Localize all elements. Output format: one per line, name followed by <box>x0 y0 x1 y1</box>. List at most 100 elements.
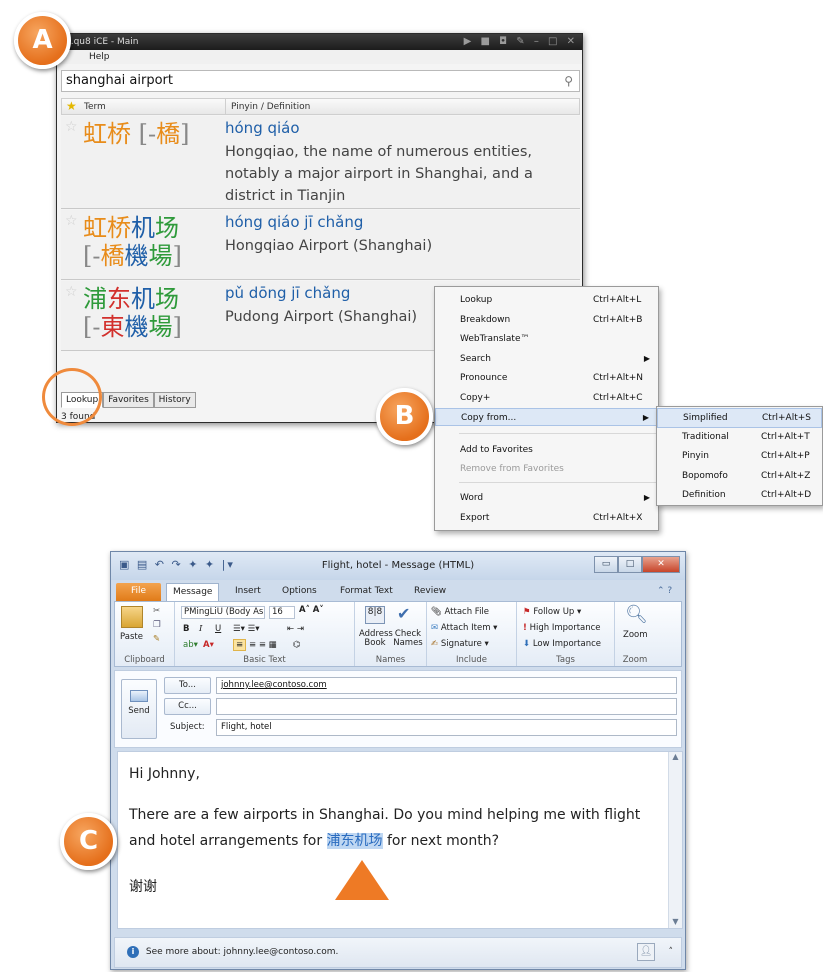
pointer-arrow-icon <box>335 860 389 900</box>
maximize-icon[interactable]: □ <box>618 556 642 573</box>
grow-font-icon[interactable]: A˄ A˅ <box>299 605 324 615</box>
menu-item-copy-from[interactable]: Copy from... ▶ <box>435 408 658 426</box>
tab-file[interactable]: File <box>116 583 161 601</box>
cc-field[interactable] <box>216 698 677 715</box>
signature-icon: ✍ <box>431 639 439 649</box>
low-importance-button[interactable]: ⬇ Low Importance <box>523 639 601 649</box>
tab-review[interactable]: Review <box>408 583 452 601</box>
group-include: 📎︎ Attach File ✉ Attach Item ▾ ✍ Signatu… <box>427 602 517 666</box>
scroll-up-icon[interactable]: ▲ <box>669 752 682 761</box>
menu-item-add-favorites[interactable]: Add to Favorites <box>435 441 658 459</box>
subject-field[interactable]: Flight, hotel <box>216 719 677 736</box>
menu-item-copy-plus[interactable]: Copy+ Ctrl+Alt+C <box>435 389 658 407</box>
address-book-icon: 8|8 <box>365 606 385 624</box>
column-pinyin-definition[interactable]: Pinyin / Definition <box>225 99 310 115</box>
flag-icon: ⚑ <box>523 607 531 617</box>
align-left-icon[interactable]: ≡ <box>233 639 247 651</box>
signature-button[interactable]: ✍ Signature ▾ <box>431 639 489 649</box>
group-label: Zoom <box>622 655 648 665</box>
tab-insert[interactable]: Insert <box>229 583 267 601</box>
tab-favorites[interactable]: Favorites <box>103 392 154 408</box>
callout-a: A <box>14 12 71 69</box>
scroll-down-icon[interactable]: ▼ <box>669 917 682 926</box>
menu-item-search[interactable]: Search ▶ <box>435 350 658 368</box>
help-icon[interactable]: ⌃ ? <box>651 583 678 601</box>
menu-item-webtranslate[interactable]: WebTranslate™ <box>435 330 658 348</box>
indent-icon[interactable]: ⇤ ⇥ <box>287 624 304 634</box>
tab-format-text[interactable]: Format Text <box>334 583 399 601</box>
avatar[interactable]: 👤︎ <box>637 943 655 961</box>
address-book-button[interactable]: Address Book <box>359 630 393 648</box>
context-menu: Lookup Ctrl+Alt+L Breakdown Ctrl+Alt+B Web… <box>434 286 659 531</box>
high-importance-button[interactable]: ! High Importance <box>523 623 601 633</box>
tab-options[interactable]: Options <box>276 583 323 601</box>
submenu-item-bopomofo[interactable]: Bopomofo Ctrl+Alt+Z <box>657 467 822 487</box>
search-icon[interactable]: ⚲ <box>564 71 573 91</box>
menu-item-breakdown[interactable]: Breakdown Ctrl+Alt+B <box>435 311 658 329</box>
message-body[interactable]: Hi Johnny, There are a few airports in S… <box>117 751 683 929</box>
tab-message[interactable]: Message <box>166 583 220 601</box>
underline-icon[interactable]: U <box>215 624 221 634</box>
submenu-item-definition[interactable]: Definition Ctrl+Alt+D <box>657 486 822 506</box>
copy-from-submenu: Simplified Ctrl+Alt+S Traditional Ctrl+Alt… <box>656 406 823 506</box>
cc-button[interactable]: Cc... <box>164 698 211 715</box>
menu-item-export[interactable]: Export Ctrl+Alt+X <box>435 509 658 527</box>
cut-icon[interactable]: ✂ <box>153 606 160 616</box>
body-greeting: Hi Johnny, <box>129 766 200 782</box>
zoom-button[interactable]: Zoom <box>623 630 648 640</box>
submenu-item-traditional[interactable]: Traditional Ctrl+Alt+T <box>657 428 822 448</box>
font-color-icon[interactable]: A▾ <box>203 640 214 650</box>
bullets-icon[interactable]: ☰▾ ☰▾ <box>233 624 259 634</box>
group-clipboard: Paste ✂ ❐ ✎ Clipboard <box>115 602 175 666</box>
submenu-item-simplified[interactable]: Simplified Ctrl+Alt+S <box>657 408 822 428</box>
styles-icon[interactable]: ⌬ <box>293 640 300 650</box>
group-label: Tags <box>556 655 575 665</box>
paste-button[interactable]: Paste <box>120 632 143 642</box>
result-row[interactable]: ☆ 虹桥 [-橋] hóng qiáo Hongqiao, the name o… <box>61 116 580 209</box>
favorite-star-icon[interactable]: ☆ <box>65 213 78 229</box>
result-row[interactable]: ☆ 虹桥机场 [-橋機場] hóng qiáo jī chǎng Hongqiao… <box>61 210 580 280</box>
to-field[interactable]: johnny.lee@contoso.com <box>216 677 677 694</box>
format-painter-icon[interactable]: ✎ <box>153 634 160 644</box>
menu-item-word[interactable]: Word ▶ <box>435 489 658 507</box>
paste-icon <box>121 606 143 628</box>
group-basic-text: PMingLiU (Body As 16 A˄ A˅ B I U ☰▾ ☰▾ ⇤… <box>175 602 355 666</box>
menu-item-lookup[interactable]: Lookup Ctrl+Alt+L <box>435 291 658 309</box>
favorite-star-icon[interactable]: ☆ <box>65 119 78 135</box>
menu-item-pronounce[interactable]: Pronounce Ctrl+Alt+N <box>435 369 658 387</box>
follow-up-button[interactable]: ⚑ Follow Up ▾ <box>523 607 581 617</box>
copy-icon[interactable]: ❐ <box>153 620 161 630</box>
font-name-select[interactable]: PMingLiU (Body As <box>181 606 265 619</box>
favorite-star-icon[interactable]: ☆ <box>65 284 78 300</box>
italic-icon[interactable]: I <box>199 624 202 634</box>
submenu-item-pinyin[interactable]: Pinyin Ctrl+Alt+P <box>657 447 822 467</box>
bold-icon[interactable]: B <box>183 624 189 634</box>
group-tags: ⚑ Follow Up ▾ ! High Importance ⬇ Low Im… <box>517 602 615 666</box>
font-size-select[interactable]: 16 <box>269 606 295 619</box>
body-signoff: 谢谢 <box>129 879 157 895</box>
tab-history[interactable]: History <box>153 392 196 408</box>
attach-file-button[interactable]: 📎︎ Attach File <box>431 607 489 617</box>
expand-icon[interactable]: ˄ <box>669 938 674 967</box>
to-button[interactable]: To... <box>164 677 211 694</box>
selected-text[interactable]: 浦东机场 <box>326 833 383 849</box>
callout-c: C <box>60 813 117 870</box>
align-center-icon[interactable]: ≡ ≡ ▦ <box>249 640 277 650</box>
high-importance-icon: ! <box>523 623 527 633</box>
body-scrollbar[interactable]: ▲ ▼ <box>668 752 682 928</box>
search-input[interactable]: shanghai airport ⚲ <box>61 70 580 92</box>
send-button[interactable]: Send <box>121 679 157 739</box>
window-controls-icon[interactable]: ▶ ■ ◘ ✎ – □ ✕ <box>464 34 578 50</box>
menu-help[interactable]: Help <box>89 52 110 62</box>
favorite-star-icon[interactable]: ★ <box>66 98 77 114</box>
highlight-icon[interactable]: ab▾ <box>183 640 198 650</box>
subject-label: Subject: <box>170 722 205 732</box>
minimize-icon[interactable]: ▭ <box>594 556 618 573</box>
people-pane[interactable]: i See more about: johnny.lee@contoso.com… <box>114 937 682 968</box>
group-names: 8|8 ✔ Address Book Check Names Names <box>355 602 427 666</box>
attach-item-button[interactable]: ✉ Attach Item ▾ <box>431 623 497 633</box>
menu-separator <box>459 433 656 434</box>
check-names-button[interactable]: Check Names <box>393 630 423 648</box>
column-term[interactable]: Term <box>84 99 106 115</box>
close-icon[interactable]: ✕ <box>642 556 680 573</box>
